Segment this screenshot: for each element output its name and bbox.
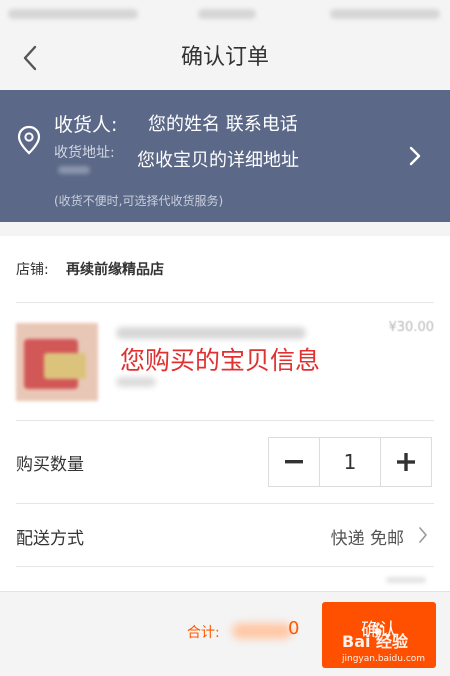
- total-amount: 0: [288, 618, 300, 639]
- shop-label: 店铺:: [16, 262, 49, 278]
- address-value: 您收宝贝的详细地址: [137, 150, 299, 171]
- chevron-left-icon[interactable]: [12, 40, 48, 76]
- product-row[interactable]: ¥30.00 您购买的宝贝信息: [16, 303, 434, 421]
- confirm-button[interactable]: 确认: [322, 602, 436, 668]
- shop-name: 再续前缘精品店: [66, 262, 164, 278]
- receiver-value: 您的姓名 联系电话: [148, 114, 298, 135]
- plus-icon: [397, 453, 415, 471]
- total-amount-blur: [232, 623, 292, 639]
- chevron-right-icon: [419, 527, 427, 543]
- delivery-label: 配送方式: [16, 529, 84, 549]
- receiver-label: 收货人:: [54, 114, 118, 136]
- product-spec-blur: [116, 377, 156, 387]
- quantity-minus-button[interactable]: [269, 438, 319, 486]
- product-price: ¥30.00: [388, 320, 435, 335]
- shop-row: 店铺: 再续前缘精品店: [16, 236, 434, 303]
- quantity-plus-button[interactable]: [381, 438, 431, 486]
- address-card[interactable]: 收货人: 您的姓名 联系电话 收货地址: 您收宝贝的详细地址 (收货不便时,可选…: [0, 90, 450, 222]
- quantity-value[interactable]: 1: [319, 438, 381, 486]
- product-title-blur: [116, 327, 306, 339]
- minus-icon: [285, 460, 303, 464]
- status-bar: [0, 0, 450, 28]
- quantity-stepper: 1: [268, 437, 432, 487]
- quantity-label: 购买数量: [16, 455, 84, 475]
- page-title: 确认订单: [180, 45, 269, 70]
- quantity-row: 购买数量 1: [16, 421, 434, 504]
- address-note: (收货不便时,可选择代收货服务): [54, 194, 224, 208]
- location-pin-icon: [17, 125, 41, 155]
- status-bar-carrier-blur: [8, 9, 138, 19]
- next-row-peek: [0, 567, 450, 591]
- bottom-bar: 合计: 0 确认: [0, 591, 450, 676]
- address-extra-blur: [58, 166, 90, 174]
- delivery-value: 快递 免邮: [330, 529, 404, 549]
- product-thumbnail-shape: [44, 353, 86, 379]
- status-bar-battery-blur: [330, 9, 440, 19]
- address-label: 收货地址:: [54, 145, 115, 161]
- next-row-blur: [386, 577, 426, 583]
- confirm-label: 确认: [361, 620, 397, 641]
- chevron-right-icon: [409, 146, 421, 166]
- product-info-annotation: 您购买的宝贝信息: [120, 346, 321, 375]
- delivery-row[interactable]: 配送方式 快递 免邮: [16, 504, 434, 567]
- total-label: 合计:: [187, 625, 220, 641]
- status-bar-time-blur: [198, 9, 256, 19]
- nav-bar: 确认订单: [0, 28, 450, 88]
- product-thumbnail: [16, 323, 98, 401]
- order-content: 店铺: 再续前缘精品店 ¥30.00 您购买的宝贝信息 购买数量 1 配送方式 …: [0, 236, 450, 591]
